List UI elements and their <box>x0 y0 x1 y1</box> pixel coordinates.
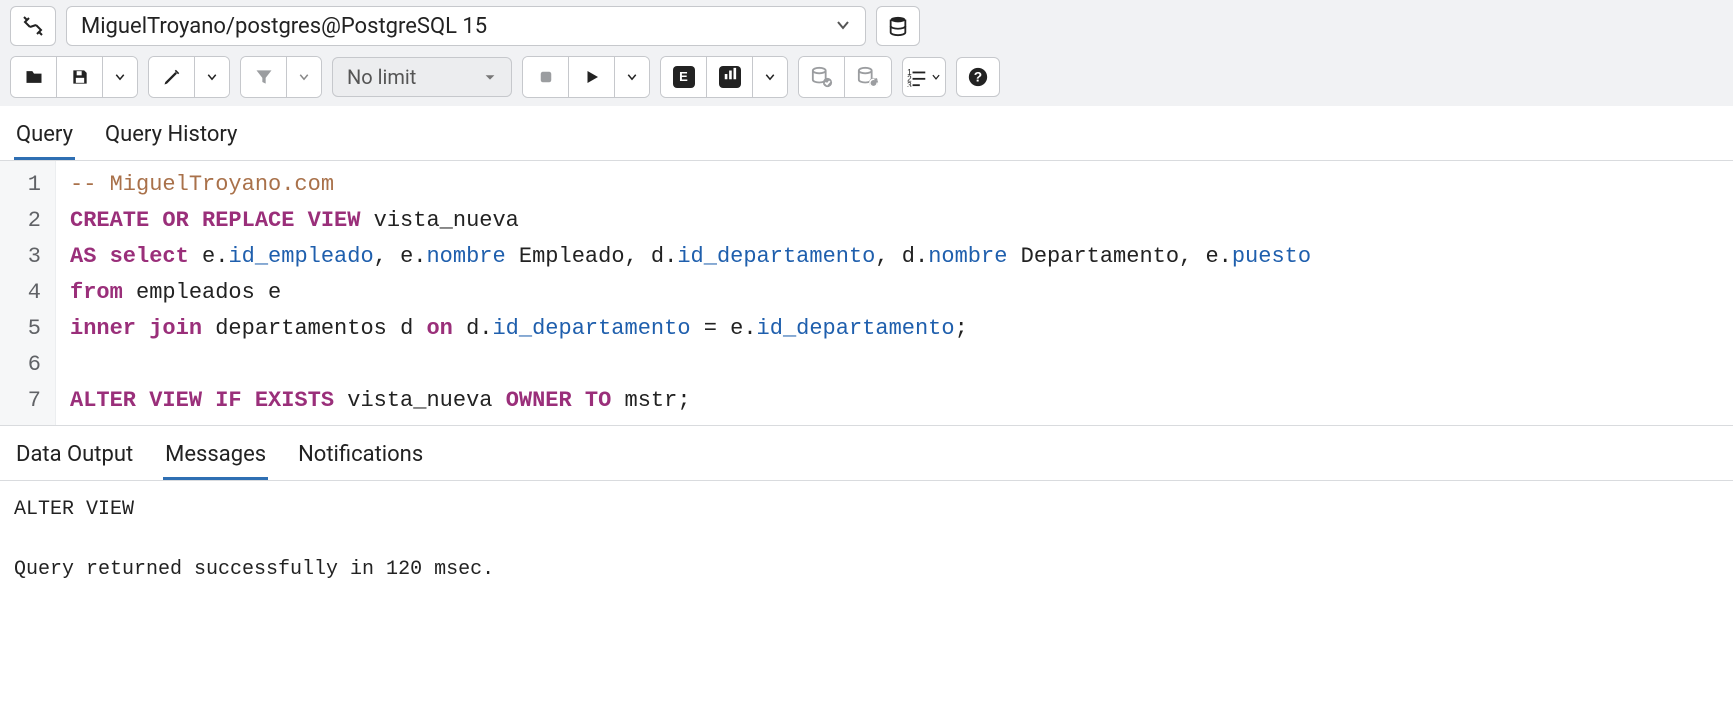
edit-group <box>148 56 230 98</box>
code-line[interactable]: ALTER VIEW IF EXISTS vista_nueva OWNER T… <box>70 383 1311 419</box>
line-number: 4 <box>10 275 41 311</box>
filter-dropdown-button[interactable] <box>287 57 321 97</box>
line-number: 7 <box>10 383 41 419</box>
commit-button[interactable] <box>799 57 845 97</box>
connection-status-icon[interactable] <box>10 6 56 46</box>
edit-button[interactable] <box>149 57 195 97</box>
line-number: 5 <box>10 311 41 347</box>
code-line[interactable] <box>70 347 1311 383</box>
chevron-down-icon <box>835 14 851 39</box>
file-group <box>10 56 138 98</box>
svg-text:?: ? <box>974 70 982 85</box>
connection-select[interactable]: MiguelTroyano/postgres@PostgreSQL 15 <box>66 6 866 46</box>
row-limit-select[interactable]: No limit <box>332 57 512 97</box>
code-line[interactable]: -- MiguelTroyano.com <box>70 167 1311 203</box>
sql-editor[interactable]: 1234567 -- MiguelTroyano.comCREATE OR RE… <box>0 161 1733 425</box>
execute-button[interactable] <box>569 57 615 97</box>
code-area[interactable]: -- MiguelTroyano.comCREATE OR REPLACE VI… <box>56 161 1325 425</box>
tab-query-history[interactable]: Query History <box>103 116 239 160</box>
messages-panel: ALTER VIEW Query returned successfully i… <box>0 481 1733 609</box>
database-icon-button[interactable] <box>876 6 920 46</box>
tab-notifications[interactable]: Notifications <box>296 438 425 480</box>
explain-dropdown-button[interactable] <box>753 57 787 97</box>
save-dropdown-button[interactable] <box>103 57 137 97</box>
line-number: 3 <box>10 239 41 275</box>
filter-button[interactable] <box>241 57 287 97</box>
execute-dropdown-button[interactable] <box>615 57 649 97</box>
line-number: 6 <box>10 347 41 383</box>
svg-text:3: 3 <box>907 81 912 87</box>
line-number: 1 <box>10 167 41 203</box>
connection-label: MiguelTroyano/postgres@PostgreSQL 15 <box>81 14 487 39</box>
macros-button[interactable]: 1 2 3 <box>902 57 946 97</box>
open-file-button[interactable] <box>11 57 57 97</box>
tab-query[interactable]: Query <box>14 116 75 160</box>
filter-group <box>240 56 322 98</box>
save-button[interactable] <box>57 57 103 97</box>
line-number: 2 <box>10 203 41 239</box>
explain-analyze-button[interactable] <box>707 57 753 97</box>
stop-button[interactable] <box>523 57 569 97</box>
explain-group: E <box>660 56 788 98</box>
code-line[interactable]: AS select e.id_empleado, e.nombre Emplea… <box>70 239 1311 275</box>
code-line[interactable]: inner join departamentos d on d.id_depar… <box>70 311 1311 347</box>
edit-dropdown-button[interactable] <box>195 57 229 97</box>
help-button[interactable]: ? <box>956 57 1000 97</box>
explain-button[interactable]: E <box>661 57 707 97</box>
code-line[interactable]: from empleados e <box>70 275 1311 311</box>
execute-group <box>522 56 650 98</box>
editor-tabs: Query Query History <box>0 106 1733 161</box>
code-line[interactable]: CREATE OR REPLACE VIEW vista_nueva <box>70 203 1311 239</box>
messages-line-1: ALTER VIEW <box>14 498 134 521</box>
messages-line-2: Query returned successfully in 120 msec. <box>14 558 494 581</box>
rollback-button[interactable] <box>845 57 891 97</box>
row-limit-label: No limit <box>347 65 416 89</box>
tab-messages[interactable]: Messages <box>163 438 268 480</box>
result-tabs: Data Output Messages Notifications <box>0 425 1733 481</box>
tab-data-output[interactable]: Data Output <box>14 438 135 480</box>
transaction-group <box>798 56 892 98</box>
caret-down-icon <box>483 70 497 84</box>
line-gutter: 1234567 <box>0 161 56 425</box>
